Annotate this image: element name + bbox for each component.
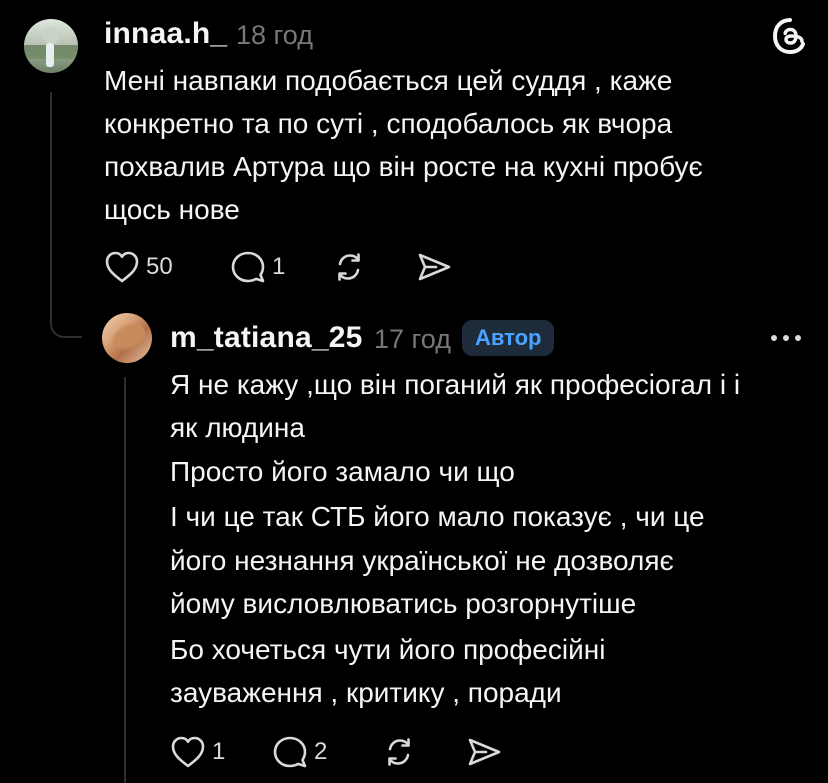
- comment-text-line: Бо хочеться чути його професійні: [170, 634, 606, 665]
- comment-text-line: І чи це так СТБ його мало показує , чи ц…: [170, 501, 705, 532]
- like-button[interactable]: 50: [104, 250, 173, 284]
- repost-icon: [338, 253, 360, 281]
- comment-icon: [273, 736, 307, 768]
- send-icon: [418, 253, 451, 281]
- heart-icon: [171, 736, 205, 768]
- heart-icon: [105, 251, 139, 283]
- username[interactable]: innaa.h_: [104, 17, 227, 51]
- thread-connector-curve: [50, 296, 82, 338]
- timestamp[interactable]: 17 год: [374, 324, 451, 355]
- comment-text-line: як людина: [170, 412, 305, 443]
- repost-icon: [388, 738, 410, 766]
- comment-text-line: щось нове: [104, 194, 240, 225]
- comment-text-line: зауваження , критику , поради: [170, 677, 562, 708]
- send-icon: [468, 738, 501, 766]
- reply-button[interactable]: 2: [272, 735, 327, 769]
- like-count: 50: [146, 253, 173, 280]
- author-badge: Автор: [462, 320, 555, 356]
- repost-button[interactable]: [332, 250, 366, 284]
- reply-button[interactable]: 1: [230, 250, 285, 284]
- comment-text-line: похвалив Артура що він росте на кухні пр…: [104, 151, 703, 182]
- comment-text-line: Я не кажу ,що він поганий як професіогал…: [170, 369, 741, 400]
- repost-button[interactable]: [382, 735, 416, 769]
- username[interactable]: m_tatiana_25: [170, 321, 363, 355]
- reply-thread-line: [124, 377, 126, 783]
- share-button[interactable]: [416, 251, 452, 283]
- comment-text-line: Просто його замало чи що: [170, 456, 515, 487]
- avatar[interactable]: [24, 19, 78, 73]
- timestamp[interactable]: 18 год: [236, 20, 313, 51]
- comment-text-line: його незнання української не дозволяє: [170, 545, 674, 576]
- reply-count: 1: [272, 253, 286, 280]
- like-button[interactable]: 1: [170, 735, 225, 769]
- reply-count: 2: [314, 738, 328, 765]
- threads-logo-icon[interactable]: [770, 16, 810, 61]
- more-options-button[interactable]: [766, 328, 806, 353]
- avatar[interactable]: [102, 313, 152, 363]
- more-dots-icon: [771, 335, 801, 341]
- comment-text-line: конкретно та по суті , сподобалось як вч…: [104, 108, 673, 139]
- comment-text-line: Мені навпаки подобається цей суддя , каж…: [104, 65, 673, 96]
- comment-icon: [231, 251, 265, 283]
- share-button[interactable]: [466, 736, 502, 768]
- comment-text-line: йому висловлюватись розгорнутіше: [170, 588, 637, 619]
- like-count: 1: [212, 738, 226, 765]
- thread-connector-line: [50, 92, 52, 320]
